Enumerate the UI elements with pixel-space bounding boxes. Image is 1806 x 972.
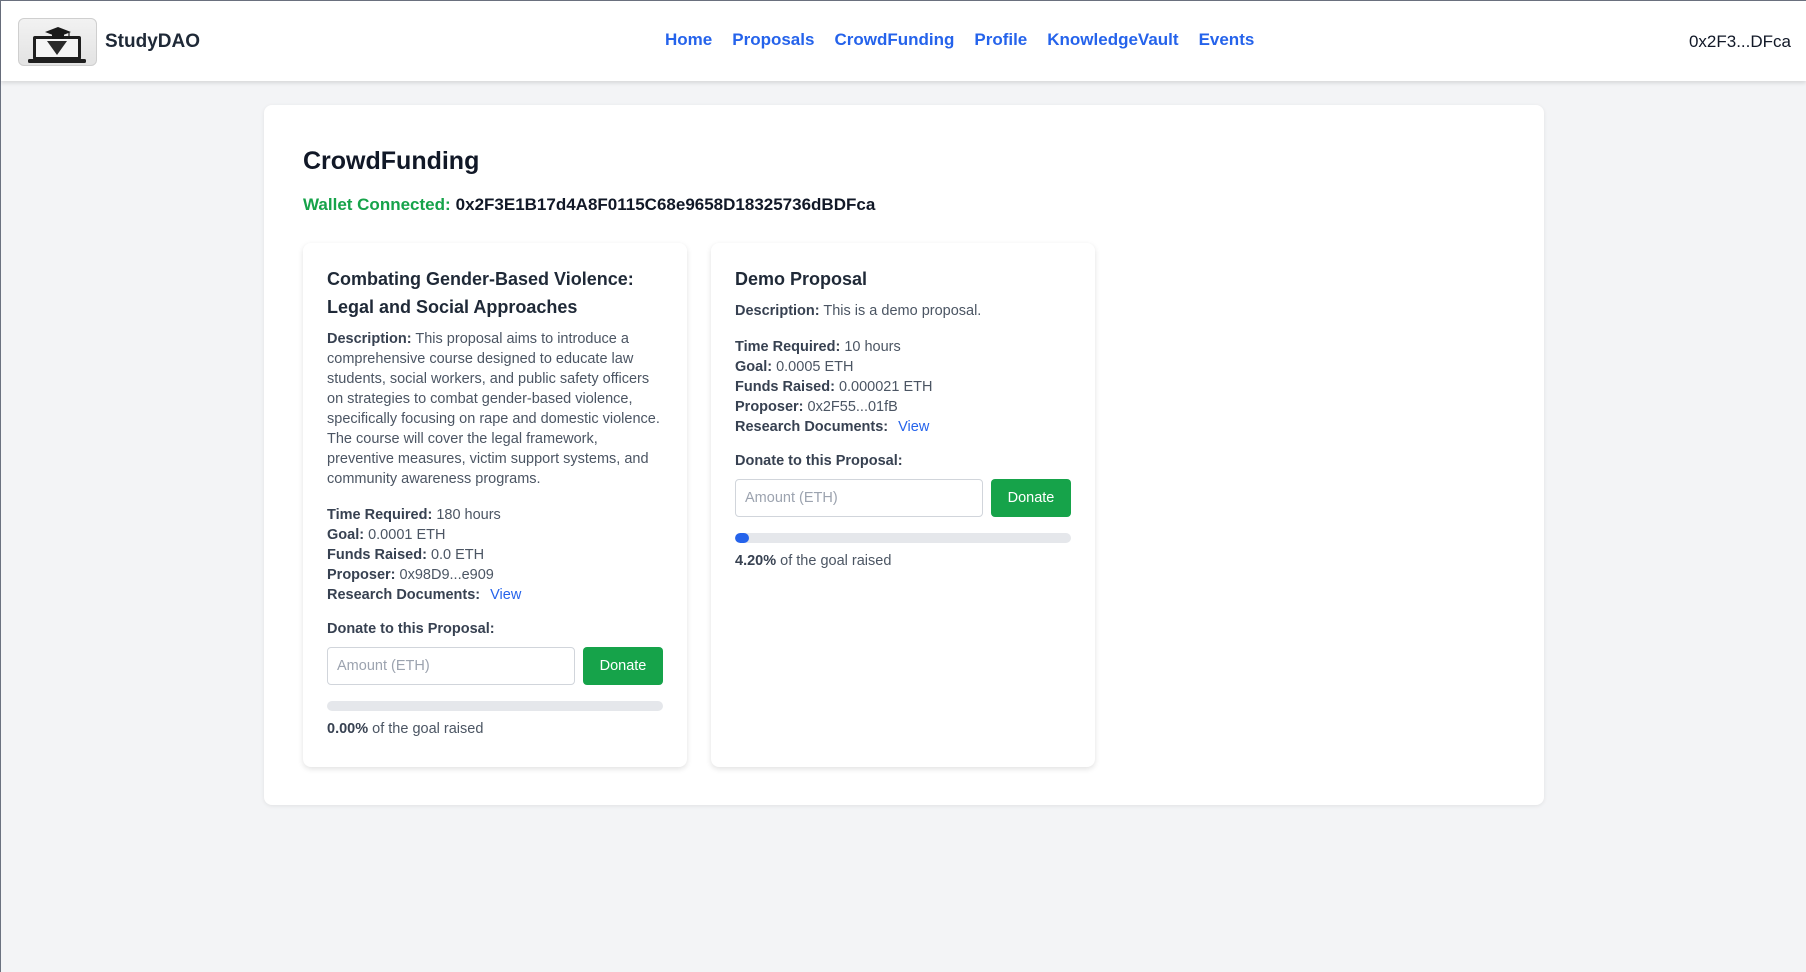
- proposer-label: Proposer:: [735, 399, 804, 415]
- nav-link-crowdfunding[interactable]: CrowdFunding: [834, 30, 954, 50]
- proposer-label: Proposer:: [327, 567, 396, 583]
- page-title: CrowdFunding: [303, 147, 480, 175]
- studydao-logo-icon: [18, 18, 97, 66]
- proposal-title: Combating Gender-Based Violence: Legal a…: [327, 269, 634, 317]
- goal-value: 0.0005 ETH: [776, 359, 854, 375]
- funds-raised-label: Funds Raised:: [327, 547, 427, 563]
- nav-link-home[interactable]: Home: [665, 30, 712, 50]
- proposal-meta: Time Required: 180 hours Goal: 0.0001 ET…: [327, 505, 663, 605]
- proposal-card: Combating Gender-Based Violence: Legal a…: [303, 243, 687, 767]
- nav-link-proposals[interactable]: Proposals: [732, 30, 814, 50]
- donate-button[interactable]: Donate: [583, 647, 663, 685]
- progress-percent: 0.00%: [327, 721, 369, 737]
- goal-label: Goal:: [327, 527, 365, 543]
- proposal-description: Description: This is a demo proposal.: [735, 301, 1071, 321]
- description-label: Description:: [735, 303, 820, 319]
- time-required-value: 180 hours: [436, 507, 501, 523]
- proposal-card: Demo Proposal Description: This is a dem…: [711, 243, 1095, 767]
- proposal-title: Demo Proposal: [735, 269, 868, 289]
- proposer-row: Proposer: 0x2F55...01fB: [735, 397, 1071, 417]
- nav-link-knowledgevault[interactable]: KnowledgeVault: [1047, 30, 1178, 50]
- time-required-label: Time Required:: [735, 339, 841, 355]
- funds-raised-row: Funds Raised: 0.0 ETH: [327, 545, 663, 565]
- funding-progress-bar: [735, 533, 1071, 543]
- progress-suffix: of the goal raised: [780, 553, 892, 569]
- goal-row: Goal: 0.0005 ETH: [735, 357, 1071, 377]
- progress-suffix: of the goal raised: [372, 721, 484, 737]
- research-documents-label: Research Documents:: [735, 419, 889, 435]
- funding-progress-text: 0.00% of the goal raised: [327, 721, 663, 737]
- research-documents-view-link[interactable]: View: [490, 587, 521, 603]
- time-required-value: 10 hours: [844, 339, 901, 355]
- funding-progress-bar: [327, 701, 663, 711]
- nav-link-profile[interactable]: Profile: [974, 30, 1027, 50]
- funds-raised-row: Funds Raised: 0.000021 ETH: [735, 377, 1071, 397]
- brand[interactable]: StudyDAO: [18, 18, 200, 66]
- navbar: StudyDAO Home Proposals CrowdFunding Pro…: [1, 1, 1806, 81]
- time-required-row: Time Required: 180 hours: [327, 505, 663, 525]
- description-text: This proposal aims to introduce a compre…: [327, 331, 660, 487]
- progress-percent: 4.20%: [735, 553, 777, 569]
- goal-label: Goal:: [735, 359, 773, 375]
- donate-label: Donate to this Proposal:: [327, 621, 495, 637]
- goal-value: 0.0001 ETH: [368, 527, 446, 543]
- nav-links: Home Proposals CrowdFunding Profile Know…: [665, 30, 1254, 50]
- funding-progress-fill: [735, 533, 750, 543]
- donate-form: Donate: [327, 647, 663, 685]
- research-documents-row: Research Documents: View: [735, 417, 1071, 437]
- research-documents-view-link[interactable]: View: [898, 419, 929, 435]
- donate-form: Donate: [735, 479, 1071, 517]
- donate-button[interactable]: Donate: [991, 479, 1071, 517]
- description-text: This is a demo proposal.: [823, 303, 982, 319]
- nav-link-events[interactable]: Events: [1199, 30, 1255, 50]
- proposer-value: 0x2F55...01fB: [807, 399, 898, 415]
- research-documents-label: Research Documents:: [327, 587, 481, 603]
- crowdfunding-panel: CrowdFunding Wallet Connected: 0x2F3E1B17…: [264, 105, 1544, 805]
- time-required-label: Time Required:: [327, 507, 433, 523]
- proposer-value: 0x98D9...e909: [399, 567, 494, 583]
- time-required-row: Time Required: 10 hours: [735, 337, 1071, 357]
- wallet-address-full: 0x2F3E1B17d4A8F0115C68e9658D18325736dBDF…: [455, 195, 876, 214]
- wallet-status: Wallet Connected: 0x2F3E1B17d4A8F0115C68e…: [303, 195, 875, 215]
- proposal-meta: Time Required: 10 hours Goal: 0.0005 ETH…: [735, 337, 1071, 437]
- funds-raised-label: Funds Raised:: [735, 379, 835, 395]
- amount-input[interactable]: [735, 479, 983, 517]
- brand-name: StudyDAO: [105, 31, 200, 52]
- description-label: Description:: [327, 331, 412, 347]
- funds-raised-value: 0.000021 ETH: [838, 379, 933, 395]
- funding-progress-text: 4.20% of the goal raised: [735, 553, 1071, 569]
- amount-input[interactable]: [327, 647, 575, 685]
- wallet-address-short[interactable]: 0x2F3...DFca: [1689, 32, 1791, 52]
- proposer-row: Proposer: 0x98D9...e909: [327, 565, 663, 585]
- proposal-description: Description: This proposal aims to intro…: [327, 329, 663, 489]
- donate-label: Donate to this Proposal:: [735, 453, 903, 469]
- funds-raised-value: 0.0 ETH: [430, 547, 485, 563]
- wallet-connected-label: Wallet Connected:: [303, 195, 451, 214]
- research-documents-row: Research Documents: View: [327, 585, 663, 605]
- goal-row: Goal: 0.0001 ETH: [327, 525, 663, 545]
